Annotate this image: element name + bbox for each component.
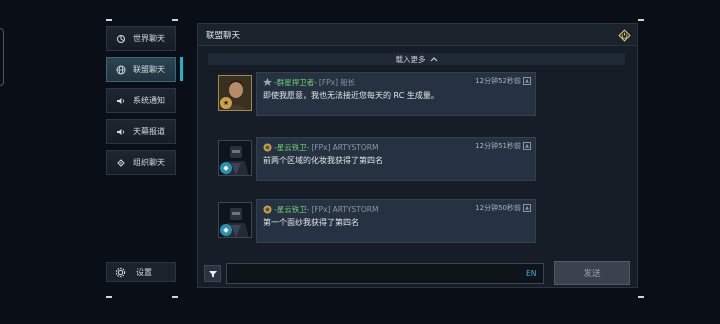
chevron-up-icon bbox=[430, 56, 438, 62]
message-text: 第一个面纱我获得了第四名 bbox=[263, 218, 359, 227]
armored-portrait[interactable]: ◆ bbox=[218, 202, 252, 238]
close-power-icon bbox=[617, 28, 631, 42]
corner-mark bbox=[638, 296, 644, 298]
rank-badge-icon bbox=[263, 78, 272, 86]
message-timestamp: 12分钟52秒前 bbox=[475, 77, 521, 85]
sender-alliance[interactable]: -星云铁卫- bbox=[274, 142, 309, 153]
rank-star-icon: ★ bbox=[220, 97, 232, 109]
translate-icon[interactable]: ▲ bbox=[523, 77, 531, 85]
message-bubble: -群星捍卫者- [FPx] 船长 12分钟52秒前 ▲ 即使我愿意，我也无法接近… bbox=[256, 72, 536, 116]
sender-name: 船长 bbox=[340, 77, 356, 87]
tab-label: 系统通知 bbox=[133, 96, 165, 105]
message-text: 即使我愿意，我也无法接近您每天的 RC 生成量。 bbox=[263, 91, 439, 100]
input-bar: EN 发送 bbox=[198, 260, 637, 288]
settings-label: 设置 bbox=[136, 267, 152, 277]
sender-tag: [FPx] bbox=[311, 204, 331, 214]
active-tab-indicator bbox=[180, 57, 183, 81]
shield-badge-icon: ◆ bbox=[220, 162, 232, 174]
filter-icon bbox=[208, 269, 218, 279]
speaker-icon bbox=[115, 126, 127, 138]
captain-portrait[interactable]: ★ bbox=[218, 75, 252, 111]
link-icon bbox=[115, 157, 127, 169]
tab-alliance-chat[interactable]: 联盟聊天 bbox=[106, 57, 176, 82]
corner-mark bbox=[106, 296, 112, 298]
speaker-icon bbox=[115, 95, 127, 107]
chat-panel: 联盟聊天 载入更多 ★ -群星捍卫者- [FPx] 船长 12分钟52秒前 ▲ … bbox=[197, 23, 638, 288]
sender-name: ARTYSTORM bbox=[332, 204, 379, 214]
panel-title: 联盟聊天 bbox=[206, 30, 241, 41]
panel-header: 联盟聊天 bbox=[198, 24, 637, 46]
alliance-emblem-icon bbox=[263, 205, 272, 214]
corner-mark bbox=[106, 19, 112, 21]
shield-badge-icon: ◆ bbox=[220, 224, 232, 236]
globe-icon bbox=[115, 64, 127, 76]
message-timestamp: 12分钟51秒前 bbox=[475, 142, 521, 150]
message-bubble: -星云铁卫- [FPx] ARTYSTORM 12分钟51秒前 ▲ 前两个区域的… bbox=[256, 137, 536, 181]
armored-portrait[interactable]: ◆ bbox=[218, 140, 252, 176]
translate-icon[interactable]: ▲ bbox=[523, 142, 531, 150]
load-more-button[interactable]: 载入更多 bbox=[208, 53, 625, 65]
send-button[interactable]: 发送 bbox=[554, 261, 630, 285]
sender-alliance[interactable]: -群星捍卫者- bbox=[274, 77, 317, 88]
tab-system-notice[interactable]: 系统通知 bbox=[106, 88, 176, 113]
world-chat-icon bbox=[115, 33, 127, 45]
translate-icon[interactable]: ▲ bbox=[523, 204, 531, 212]
tab-org-chat[interactable]: 组织聊天 bbox=[106, 150, 176, 175]
filter-button[interactable] bbox=[204, 265, 221, 282]
tab-label: 组织聊天 bbox=[133, 158, 165, 167]
screen-edge-notch bbox=[0, 28, 4, 86]
chat-input[interactable] bbox=[226, 263, 544, 284]
tab-label: 世界聊天 bbox=[133, 34, 165, 43]
message-timestamp: 12分钟50秒前 bbox=[475, 204, 521, 212]
gear-icon bbox=[115, 267, 126, 278]
close-button[interactable] bbox=[615, 26, 633, 44]
corner-mark bbox=[172, 19, 178, 21]
sender-tag: [FPx] bbox=[318, 77, 339, 87]
tab-world-chat[interactable]: 世界聊天 bbox=[106, 26, 176, 51]
settings-button[interactable]: 设置 bbox=[106, 262, 176, 282]
input-language-indicator[interactable]: EN bbox=[526, 269, 536, 278]
message-bubble: -星云铁卫- [FPx] ARTYSTORM 12分钟50秒前 ▲ 第一个面纱我… bbox=[256, 199, 536, 243]
sender-name: ARTYSTORM bbox=[332, 142, 379, 152]
load-more-label: 载入更多 bbox=[395, 54, 426, 64]
message-text: 前两个区域的化妆我获得了第四名 bbox=[263, 156, 383, 165]
sender-tag: [FPx] bbox=[311, 142, 331, 152]
channel-tabs: 世界聊天 联盟聊天 系统通知 天幕报道 组织聊天 bbox=[106, 26, 176, 181]
sender-alliance[interactable]: -星云铁卫- bbox=[274, 204, 309, 215]
tab-label: 天幕报道 bbox=[133, 127, 165, 136]
alliance-emblem-icon bbox=[263, 143, 272, 152]
corner-mark bbox=[638, 19, 644, 21]
corner-mark bbox=[172, 296, 178, 298]
tab-sky-report[interactable]: 天幕报道 bbox=[106, 119, 176, 144]
tab-label: 联盟聊天 bbox=[133, 65, 165, 74]
